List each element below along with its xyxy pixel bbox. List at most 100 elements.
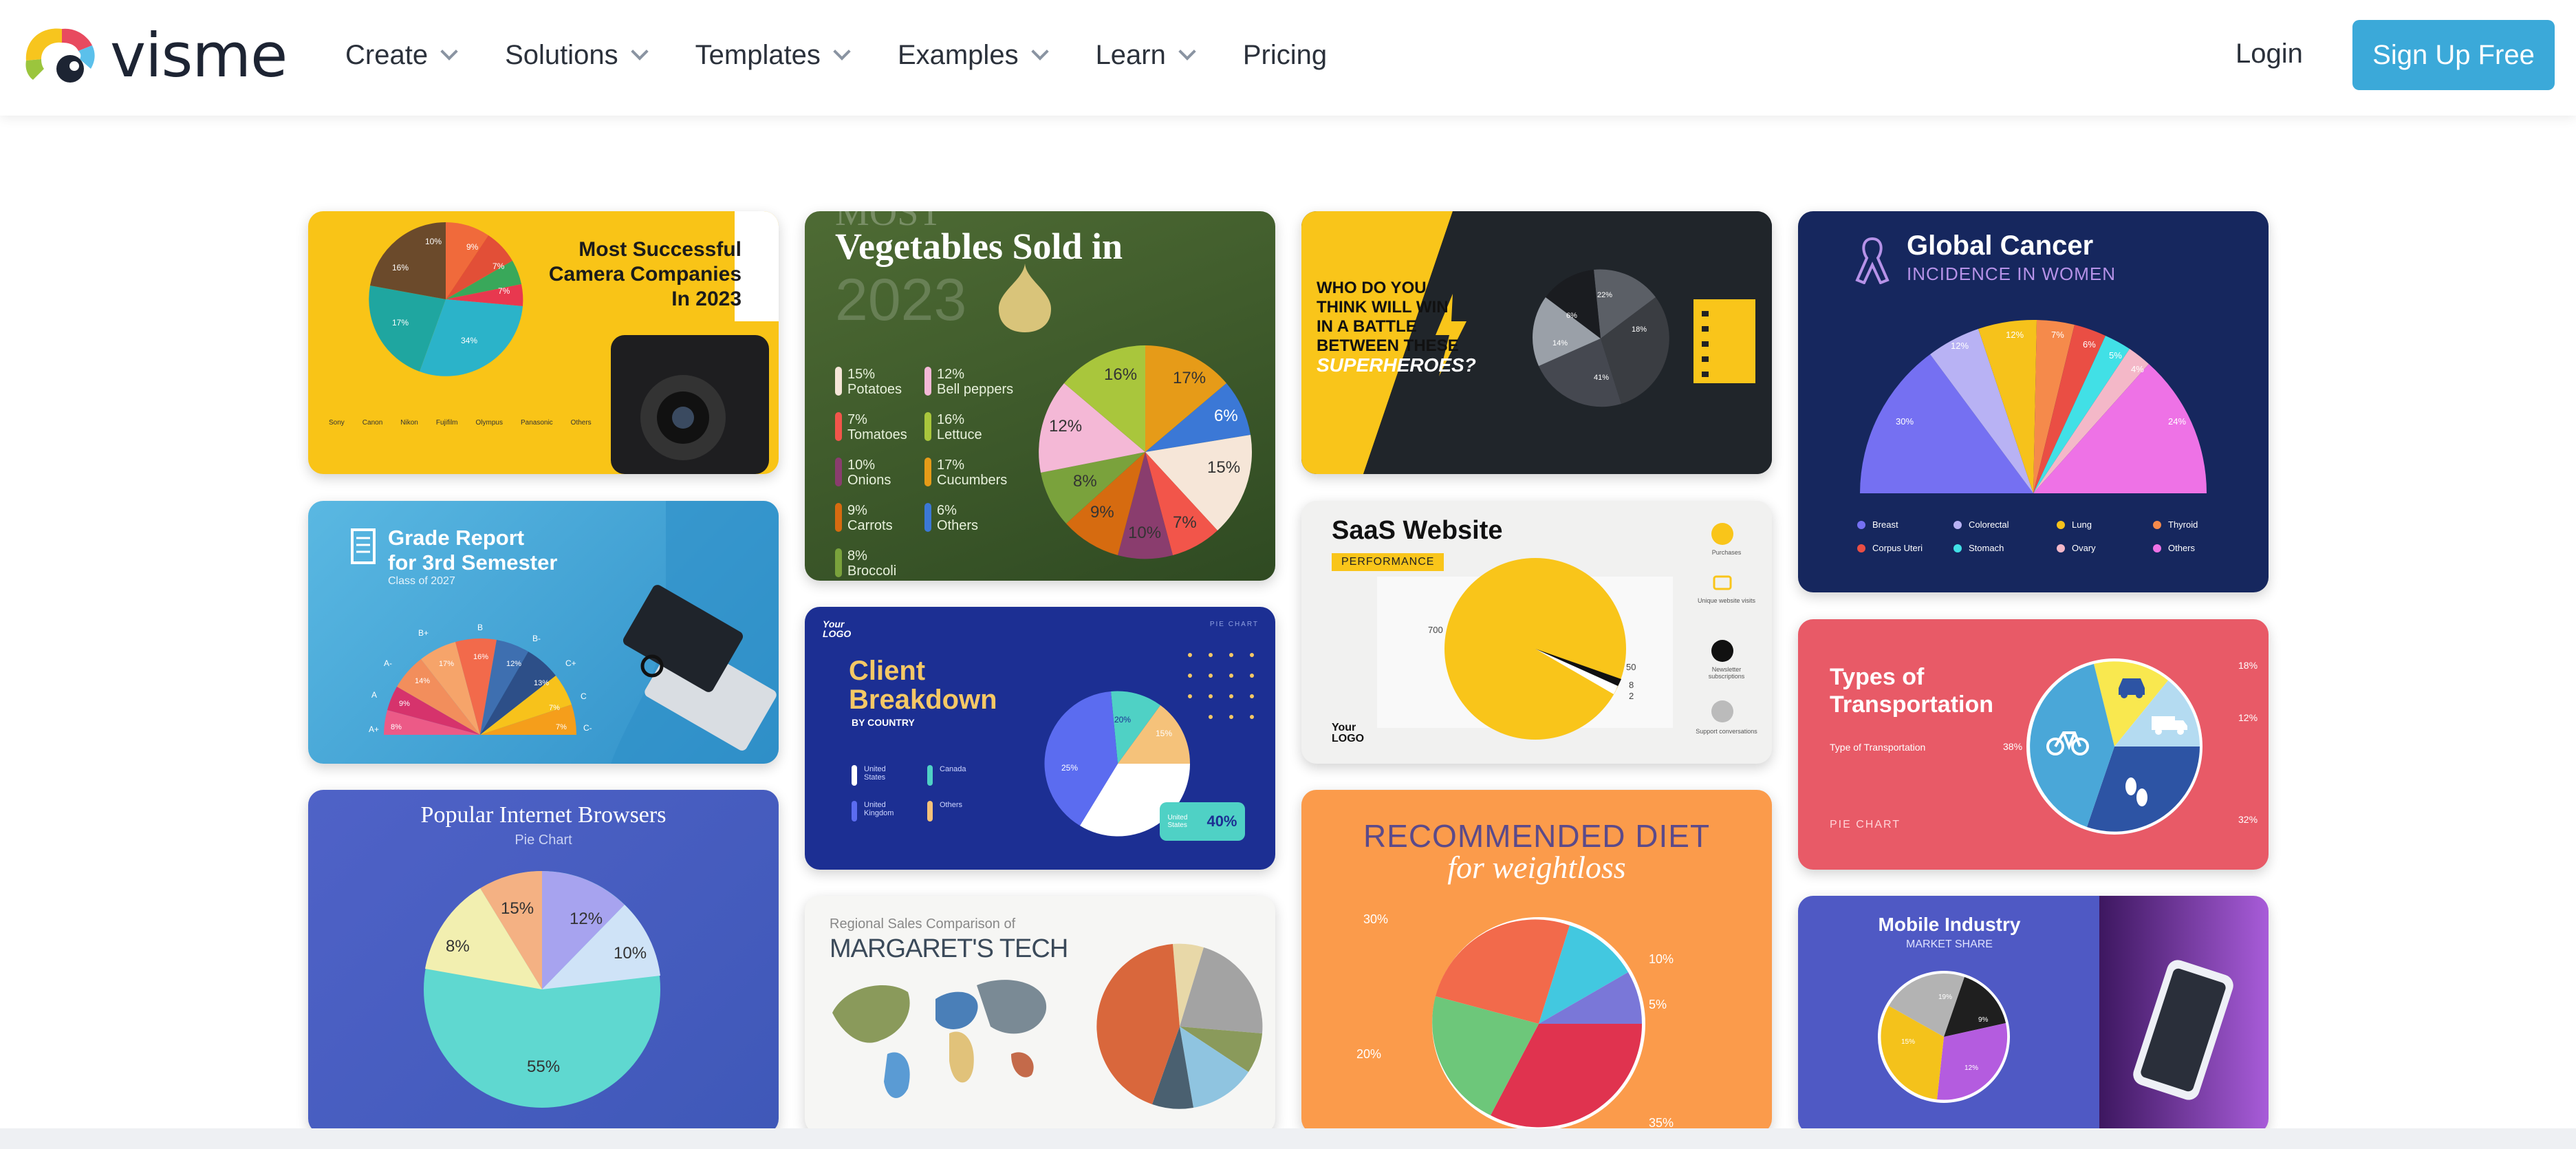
legend-name: Others	[2168, 543, 2196, 553]
title-line: Most Successful	[578, 238, 742, 261]
value-label: 8	[1629, 680, 1634, 690]
grade-label: A	[371, 690, 377, 700]
question-line: IN A BATTLE	[1317, 317, 1417, 336]
callout-value: 40%	[1206, 813, 1237, 830]
template-card-superheroes[interactable]: 22% 18% 6% 14% 41% WHO DO YOU THINK WILL…	[1301, 211, 1772, 474]
menu-create[interactable]: Create	[345, 40, 458, 71]
slice-label: 9%	[399, 700, 410, 708]
slice-label: 19%	[1938, 994, 1952, 1001]
slice-label: 12%	[1965, 1064, 1978, 1072]
callout-badge: United States 40%	[1160, 802, 1245, 841]
menu-label: Solutions	[505, 39, 618, 70]
menu-solutions[interactable]: Solutions	[505, 39, 649, 71]
menu-learn[interactable]: Learn	[1096, 40, 1196, 71]
template-card-transportation[interactable]: Types of Transportation Type of Transpor…	[1798, 619, 2269, 870]
question-line: SUPERHEROES?	[1317, 354, 1476, 376]
legend-item: Support conversations	[1696, 728, 1757, 735]
sign-up-button[interactable]: Sign Up Free	[2352, 20, 2555, 90]
transport-pie-chart: 18% 12% 32% 38%	[2003, 658, 2258, 835]
template-card-saas-website[interactable]: SaaS Website PERFORMANCE 700 50 8 2 Purc…	[1301, 501, 1772, 764]
slice-label: 17%	[1173, 369, 1206, 387]
slice-label: 7%	[556, 723, 567, 731]
title-line: In 2023	[671, 288, 742, 310]
legend-item: Stomach	[1953, 543, 2004, 553]
vegetable-pie-chart: 16% 17% 6% 15% 12% 8% 9% 10% 7%	[1039, 345, 1253, 559]
title-line: for 3rd Semester	[388, 550, 558, 574]
card-title: Grade Report for 3rd Semester	[388, 526, 557, 575]
world-map-illustration	[832, 943, 1263, 1109]
template-card-internet-browsers[interactable]: Popular Internet Browsers Pie Chart 15% …	[308, 790, 779, 1134]
visme-logo[interactable]: visme	[21, 20, 288, 91]
legend-item: Canon	[362, 419, 383, 427]
slice-label: 6%	[2083, 339, 2096, 350]
menu-templates[interactable]: Templates	[695, 40, 851, 71]
template-card-mobile-industry[interactable]: Mobile Industry MARKET SHARE 19% 9% 15% …	[1798, 896, 2269, 1134]
slice-label: 35%	[1649, 1116, 1674, 1130]
grade-label: B-	[532, 634, 541, 643]
slice-label: 7%	[549, 704, 560, 712]
template-card-vegetables[interactable]: MOST Vegetables Sold in 2023 15% Potatoes…	[805, 211, 1275, 581]
slice-label: 12%	[2238, 712, 2258, 723]
template-card-global-cancer[interactable]: Global Cancer INCIDENCE IN WOMEN 30% 12%…	[1798, 211, 2269, 592]
template-card-camera-companies[interactable]: 10% 9% 7% 7% 16% 17% 34% Most Successful…	[308, 211, 779, 474]
value-label: 700	[1428, 625, 1443, 635]
legend-swatch	[1857, 544, 1865, 552]
slice-label: 12%	[1951, 341, 1969, 351]
legend-item: Newsletter subscriptions	[1708, 666, 1745, 680]
legend-name: Stomach	[1969, 543, 2004, 553]
footprints-icon	[2125, 777, 2147, 806]
legend-item: Fujifilm	[435, 419, 458, 427]
legend-name: Corpus Uteri	[1872, 543, 1923, 553]
chevron-down-icon	[1030, 43, 1049, 61]
slice-label: 7%	[2051, 330, 2064, 340]
slice-label: 10%	[1649, 952, 1674, 966]
slice-label: 15%	[1901, 1038, 1915, 1046]
legend-swatch	[1857, 520, 1865, 529]
grade-label: C	[581, 691, 587, 701]
chevron-down-icon	[440, 43, 458, 61]
legend-swatch	[2057, 520, 2065, 529]
title-line: Grade Report	[388, 526, 525, 550]
slice-label: 18%	[1632, 325, 1647, 334]
template-card-regional-sales[interactable]: Regional Sales Comparison of MARGARET'S …	[805, 896, 1275, 1134]
slice-label: 7%	[1173, 513, 1197, 532]
slice-label: 8%	[391, 723, 402, 731]
legend-swatch	[1953, 520, 1962, 529]
slice-label: 4%	[2131, 364, 2144, 374]
slice-label: 7%	[498, 286, 510, 296]
slice-label: 55%	[527, 1057, 560, 1076]
chevron-down-icon	[1178, 43, 1196, 61]
legend-item: Panasonic	[520, 419, 553, 427]
slice-label: 34%	[461, 336, 477, 345]
slice-label: 16%	[473, 653, 488, 661]
card-title: Most Successful Camera Companies In 2023	[535, 237, 742, 312]
template-card-recommended-diet[interactable]: RECOMMENDED DIET for weightloss 30% 10% …	[1301, 790, 1772, 1134]
car-icon	[2119, 678, 2145, 698]
chevron-down-icon	[630, 43, 649, 61]
truck-icon	[2152, 716, 2187, 735]
slice-label: 32%	[2238, 814, 2258, 825]
grade-label: C+	[565, 658, 576, 668]
slice-label: 10%	[425, 237, 442, 246]
menu-examples[interactable]: Examples	[898, 40, 1049, 71]
bicycle-icon	[2046, 731, 2089, 755]
grade-label: C-	[583, 723, 592, 733]
menu-pricing[interactable]: Pricing	[1243, 40, 1327, 71]
slice-label: 8%	[1073, 472, 1097, 491]
login-link[interactable]: Login	[2236, 39, 2303, 69]
legend-name: Lung	[2072, 519, 2092, 530]
slice-label: 22%	[1597, 291, 1612, 299]
template-card-grade-report[interactable]: 8% 9% 14% 17% 16% 12% 13% 7% 7% A+ A A- …	[308, 501, 779, 764]
slice-label: 15%	[1156, 729, 1172, 738]
legend-item: Colorectal	[1953, 519, 2009, 530]
slice-label: 6%	[1566, 312, 1577, 320]
logo-line: LOGO	[1332, 733, 1365, 744]
chameleon-icon	[25, 28, 95, 83]
template-card-client-breakdown[interactable]: Your LOGO PIE CHART Client Breakdown BY C…	[805, 607, 1275, 870]
slice-label: 16%	[1104, 365, 1137, 384]
slice-label: 13%	[534, 679, 549, 687]
legend-swatch	[2153, 520, 2161, 529]
slice-label: 9%	[466, 242, 479, 252]
saas-pie-chart: 700 50 8 2	[1377, 523, 1733, 740]
main-menu: Create Solutions Templates Examples Lear…	[345, 0, 1376, 110]
